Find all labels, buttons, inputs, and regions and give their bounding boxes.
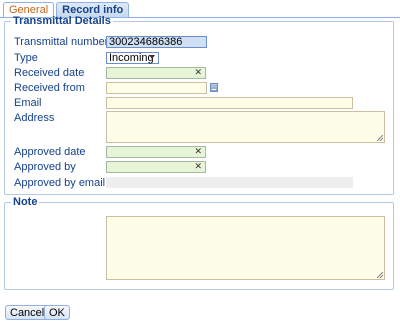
resize-grip-icon[interactable] bbox=[377, 135, 383, 141]
address-textarea[interactable] bbox=[106, 111, 385, 143]
clear-icon[interactable]: ✕ bbox=[194, 67, 202, 77]
received-date-label: Received date bbox=[14, 67, 85, 79]
approved-by-email-label: Approved by email bbox=[14, 177, 106, 189]
received-from-label: Received from bbox=[14, 82, 85, 94]
approved-date-field[interactable]: ✕ bbox=[106, 146, 206, 158]
chevron-down-icon[interactable] bbox=[149, 55, 155, 59]
transmittal-number-label: Transmittal number bbox=[14, 36, 109, 48]
address-label: Address bbox=[14, 112, 55, 124]
received-from-field[interactable] bbox=[106, 82, 207, 94]
cancel-button[interactable]: Cancel bbox=[5, 305, 50, 320]
approved-date-label: Approved date bbox=[14, 146, 86, 158]
received-date-field[interactable]: ✕ bbox=[106, 67, 206, 79]
email-label: Email bbox=[14, 97, 42, 109]
resize-grip-icon[interactable] bbox=[377, 272, 383, 278]
note-textarea[interactable] bbox=[106, 216, 385, 280]
clear-icon[interactable]: ✕ bbox=[194, 146, 202, 156]
type-label: Type bbox=[14, 52, 38, 64]
transmittal-number-field[interactable]: 300234686386 bbox=[106, 36, 207, 48]
type-select[interactable]: Incoming bbox=[106, 52, 159, 64]
approved-by-field[interactable]: ✕ bbox=[106, 161, 206, 173]
ok-button[interactable]: OK bbox=[44, 305, 70, 320]
approved-by-email-field bbox=[106, 177, 353, 188]
note-legend: Note bbox=[13, 196, 38, 208]
lookup-icon[interactable] bbox=[210, 83, 218, 92]
type-select-value: Incoming bbox=[109, 52, 154, 64]
clear-icon[interactable]: ✕ bbox=[194, 161, 202, 171]
email-field[interactable] bbox=[106, 97, 353, 109]
transmittal-details-legend: Transmittal Details bbox=[13, 15, 111, 27]
approved-by-label: Approved by bbox=[14, 161, 76, 173]
